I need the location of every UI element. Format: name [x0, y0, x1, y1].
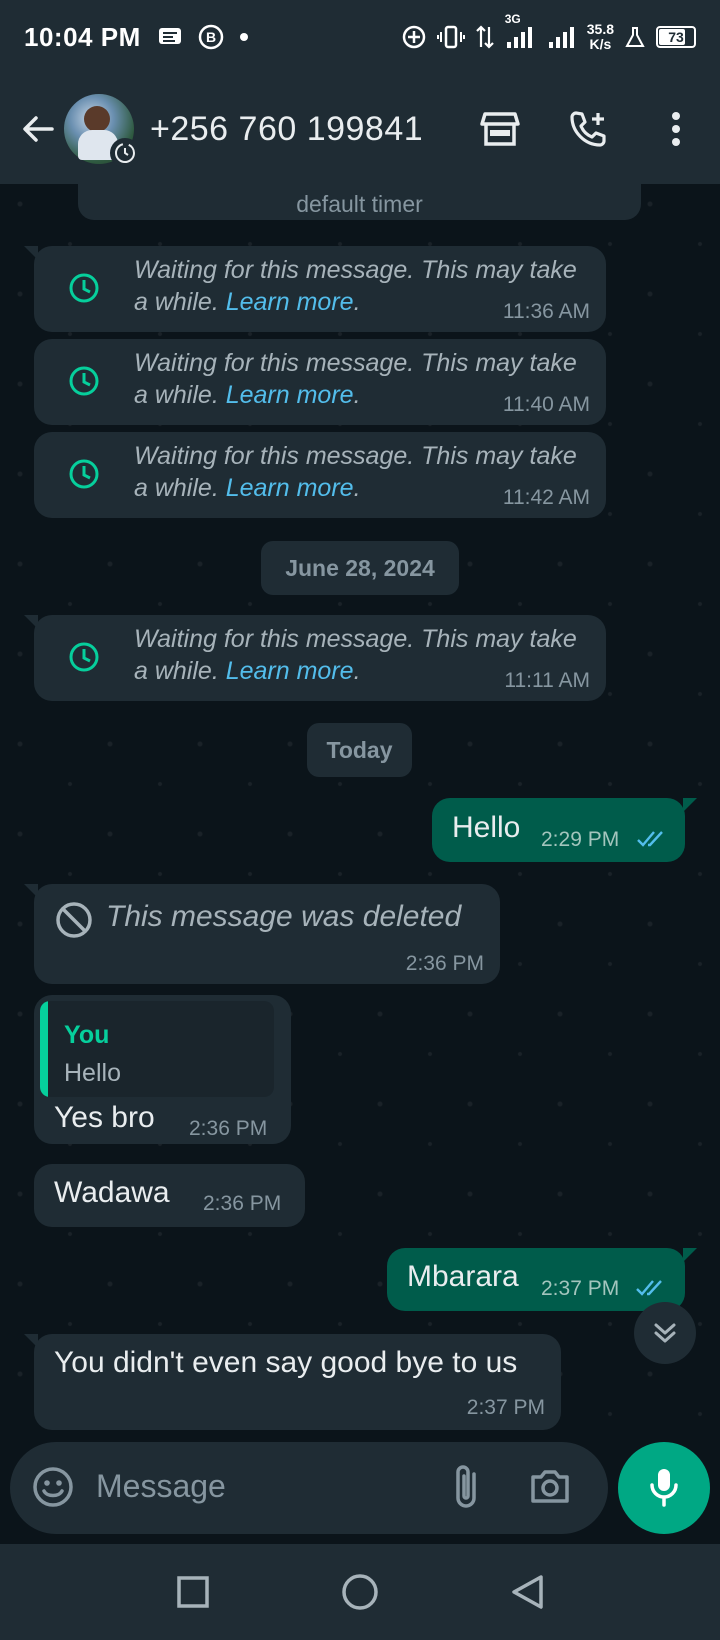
vibrate-icon: [436, 24, 465, 50]
message-input[interactable]: Message: [96, 1468, 226, 1505]
quoted-message[interactable]: You Hello: [40, 1001, 274, 1097]
message-time: 2:36 PM: [203, 1192, 282, 1215]
incoming-message-deleted[interactable]: This message was deleted 2:36 PM: [24, 884, 500, 984]
more-options-button[interactable]: [632, 85, 720, 173]
message-text: Mbarara: [407, 1260, 519, 1293]
status-bar: 10:04 PM B 3G 35.8 K/s 73: [0, 0, 720, 74]
waiting-message[interactable]: Waiting for this message. This may take …: [34, 432, 606, 518]
message-time: 2:37 PM: [466, 1396, 545, 1419]
date-chip-label: June 28, 2024: [285, 555, 435, 581]
network-type: 3G: [504, 12, 521, 26]
recents-button[interactable]: [153, 1552, 233, 1632]
status-time: 10:04 PM: [24, 21, 141, 52]
read-ticks-icon: [635, 1278, 667, 1303]
read-ticks-icon: [636, 829, 668, 854]
system-nav-bar: [0, 1544, 720, 1640]
speed-unit: K/s: [589, 36, 612, 52]
clock-icon: [68, 458, 100, 495]
catalog-button[interactable]: [456, 85, 544, 173]
triangle-back-icon: [511, 1575, 543, 1609]
timer-notice-text: default timer: [296, 191, 423, 217]
contact-name[interactable]: +256 760 199841: [150, 110, 423, 149]
quoted-text: Hello: [64, 1059, 121, 1087]
message-time: 11:42 AM: [502, 486, 590, 509]
home-button[interactable]: [320, 1552, 400, 1632]
camera-icon: [531, 1470, 569, 1503]
incoming-message[interactable]: You didn't even say good bye to us 2:37 …: [24, 1334, 561, 1430]
message-text: Hello: [452, 811, 521, 844]
learn-more-link[interactable]: Learn more: [226, 474, 354, 502]
battery-level: 73: [668, 29, 684, 45]
microphone-icon: [650, 1469, 678, 1507]
scroll-to-bottom-button[interactable]: [634, 1302, 696, 1364]
voice-message-button[interactable]: [618, 1442, 710, 1534]
signal-3g-icon: 3G: [505, 12, 537, 50]
learn-more-link[interactable]: Learn more: [226, 288, 354, 316]
speed-value: 35.8: [586, 21, 614, 37]
signal-icon: [547, 24, 577, 50]
attach-button[interactable]: [450, 1462, 484, 1517]
more-vert-icon: [672, 112, 680, 146]
circle-icon: [342, 1574, 378, 1610]
timer-notice: default timer: [78, 184, 641, 220]
outgoing-message[interactable]: Mbarara 2:37 PM: [387, 1248, 697, 1311]
flask-icon: [624, 25, 646, 49]
deleted-text: This message was deleted: [106, 900, 462, 933]
message-text: Wadawa: [54, 1176, 170, 1209]
storefront-icon: [480, 112, 520, 146]
message-notification-icon: [157, 25, 183, 49]
message-text: You didn't even say good bye to us: [54, 1346, 518, 1379]
chat-header: +256 760 199841: [0, 74, 720, 184]
message-time: 11:36 AM: [502, 300, 590, 323]
date-chip: June 28, 2024: [261, 541, 459, 595]
date-chip-label: Today: [326, 737, 393, 763]
clock-icon: [68, 272, 100, 309]
clock-icon: [68, 365, 100, 402]
message-time: 2:37 PM: [541, 1277, 620, 1300]
waiting-message[interactable]: Waiting for this message. This may take …: [24, 246, 606, 332]
whatsapp-business-icon: B: [197, 23, 225, 51]
message-list[interactable]: default timer Waiting for this message. …: [0, 184, 720, 1442]
camera-button[interactable]: [528, 1464, 572, 1513]
back-button[interactable]: [10, 101, 66, 157]
emoji-icon: [33, 1467, 73, 1507]
square-icon: [177, 1576, 210, 1608]
message-time: 2:36 PM: [189, 1117, 268, 1140]
battery-icon: 73: [656, 26, 696, 48]
composer: Message: [0, 1442, 720, 1544]
dot-icon: [239, 32, 249, 42]
outgoing-message[interactable]: Hello 2:29 PM: [432, 798, 697, 862]
network-speed: 35.8 K/s: [587, 22, 614, 52]
paperclip-icon: [456, 1465, 476, 1508]
incoming-message-reply[interactable]: You Hello Yes bro 2:36 PM: [34, 995, 291, 1144]
waiting-message[interactable]: Waiting for this message. This may take …: [24, 615, 606, 701]
add-call-button[interactable]: [544, 85, 632, 173]
data-transfer-icon: [475, 24, 495, 50]
message-time: 2:36 PM: [405, 952, 484, 975]
message-time: 2:29 PM: [541, 828, 620, 851]
message-text: Yes bro: [54, 1101, 155, 1134]
incoming-message[interactable]: Wadawa 2:36 PM: [34, 1164, 305, 1227]
arrow-left-icon: [23, 116, 54, 142]
disappearing-timer-icon: [110, 138, 140, 168]
message-time: 11:40 AM: [502, 393, 590, 416]
learn-more-link[interactable]: Learn more: [226, 657, 354, 685]
blocked-icon: [54, 900, 94, 945]
phone-add-icon: [570, 111, 606, 147]
svg-text:B: B: [206, 29, 216, 45]
learn-more-link[interactable]: Learn more: [226, 381, 354, 409]
message-time: 11:11 AM: [504, 669, 590, 692]
back-nav-button[interactable]: [487, 1552, 567, 1632]
double-chevron-down-icon: [654, 1323, 676, 1343]
date-chip: Today: [307, 723, 412, 777]
quoted-author: You: [64, 1021, 110, 1049]
message-input-container[interactable]: Message: [10, 1442, 608, 1534]
waiting-message[interactable]: Waiting for this message. This may take …: [34, 339, 606, 425]
emoji-button[interactable]: [30, 1464, 76, 1515]
avatar[interactable]: [64, 94, 140, 168]
clock-icon: [68, 641, 100, 678]
data-saver-icon: [401, 24, 427, 50]
